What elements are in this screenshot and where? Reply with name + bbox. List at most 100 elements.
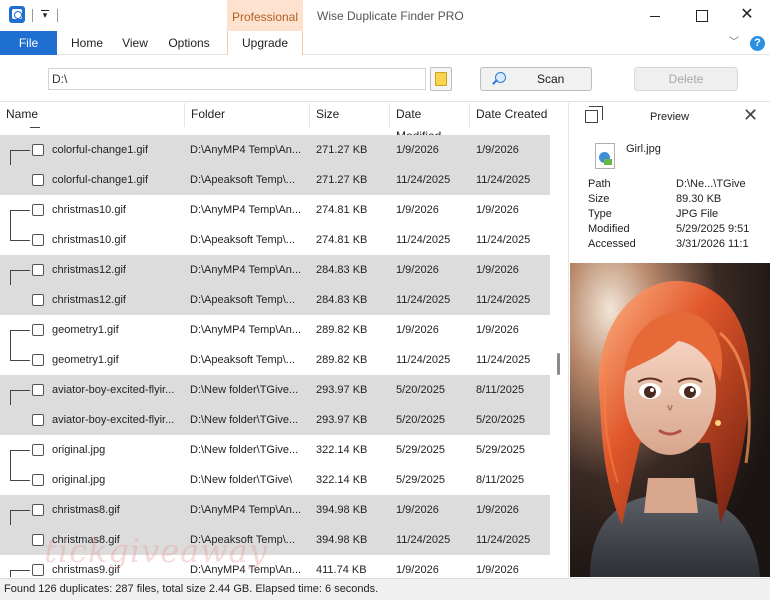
- title-separator: [32, 9, 33, 22]
- row-checkbox[interactable]: [32, 384, 44, 396]
- row-checkbox[interactable]: [32, 444, 44, 456]
- title-separator: [57, 9, 58, 22]
- column-header-date-modified[interactable]: Date Modified: [390, 103, 470, 143]
- professional-badge: Professional: [227, 0, 303, 31]
- date-modified-cell: 1/9/2026: [396, 204, 439, 216]
- date-modified-cell: 1/9/2026: [396, 564, 439, 576]
- window-title: Wise Duplicate Finder PRO: [317, 9, 464, 23]
- close-button[interactable]: ✕: [724, 0, 770, 31]
- app-icon[interactable]: [9, 6, 25, 23]
- date-created-cell: 11/24/2025: [476, 534, 531, 546]
- column-header-size[interactable]: Size: [310, 103, 390, 127]
- scan-button-label: Scan: [537, 72, 565, 86]
- row-checkbox[interactable]: [32, 234, 44, 246]
- column-header-name[interactable]: Name: [0, 103, 185, 127]
- tab-options[interactable]: Options: [164, 31, 214, 55]
- table-row[interactable]: christmas8.gif D:\Apeaksoft Temp\... 394.9…: [0, 525, 550, 555]
- size-cell: 293.97 KB: [316, 384, 368, 396]
- column-header-folder[interactable]: Folder: [185, 103, 310, 127]
- row-checkbox[interactable]: [32, 564, 44, 576]
- table-row[interactable]: colorful-change1.gif D:\AnyMP4 Temp\An...…: [0, 135, 550, 165]
- row-checkbox[interactable]: [32, 294, 44, 306]
- date-modified-cell: 1/9/2026: [396, 144, 439, 156]
- date-created-cell: 1/9/2026: [476, 264, 519, 276]
- meta-row-modified: Modified 5/29/2025 9:51: [588, 223, 770, 238]
- scan-button[interactable]: Scan: [480, 67, 592, 91]
- tab-home[interactable]: Home: [67, 31, 107, 55]
- table-row[interactable]: colorful-change1.gif D:\Apeaksoft Temp\..…: [0, 165, 550, 195]
- vertical-scrollbar[interactable]: [550, 127, 568, 577]
- row-checkbox[interactable]: [32, 204, 44, 216]
- date-created-cell: 11/24/2025: [476, 234, 531, 246]
- tree-line: [10, 270, 30, 271]
- date-created-cell: 8/11/2025: [476, 474, 525, 486]
- date-created-cell: 11/24/2025: [476, 354, 531, 366]
- maximize-button[interactable]: [678, 0, 724, 31]
- tree-line: [10, 390, 30, 391]
- row-checkbox[interactable]: [32, 504, 44, 516]
- table-row[interactable]: christmas12.gif D:\Apeaksoft Temp\... 284.…: [0, 285, 550, 315]
- tab-view[interactable]: View: [117, 31, 153, 55]
- preview-filename: Girl.jpg: [626, 143, 661, 155]
- girl-portrait-illustration: [570, 263, 770, 577]
- size-cell: 394.98 KB: [316, 504, 368, 516]
- date-created-cell: 1/9/2026: [476, 564, 519, 576]
- table-row[interactable]: geometry1.gif D:\AnyMP4 Temp\An... 289.82 …: [0, 315, 550, 345]
- date-modified-cell: 11/24/2025: [396, 174, 451, 186]
- date-modified-cell: 11/24/2025: [396, 534, 451, 546]
- row-checkbox[interactable]: [32, 474, 44, 486]
- size-cell: 322.14 KB: [316, 474, 368, 486]
- table-row[interactable]: christmas9.gif D:\AnyMP4 Temp\An... 411.74…: [0, 555, 550, 577]
- row-checkbox[interactable]: [32, 534, 44, 546]
- meta-row-accessed: Accessed 3/31/2026 11:1: [588, 238, 770, 253]
- browse-folder-button[interactable]: [430, 67, 452, 91]
- scrollbar-thumb[interactable]: [557, 353, 560, 375]
- meta-value: D:\Ne...\TGive: [676, 178, 746, 190]
- file-name-cell: christmas10.gif: [52, 234, 126, 246]
- size-cell: 271.27 KB: [316, 144, 368, 156]
- table-row[interactable]: christmas8.gif D:\AnyMP4 Temp\An... 394.98…: [0, 495, 550, 525]
- column-header-date-created[interactable]: Date Created: [470, 103, 550, 127]
- table-row[interactable]: geometry1.gif D:\Apeaksoft Temp\... 289.82…: [0, 345, 550, 375]
- quick-access-dropdown-icon[interactable]: ▾: [38, 8, 52, 22]
- date-modified-cell: 11/24/2025: [396, 294, 451, 306]
- tree-line: [10, 210, 30, 211]
- date-created-cell: 1/9/2026: [476, 324, 519, 336]
- tab-upgrade[interactable]: Upgrade: [227, 31, 303, 55]
- table-row[interactable]: christmas12.gif D:\AnyMP4 Temp\An... 284.8…: [0, 255, 550, 285]
- date-modified-cell: 5/20/2025: [396, 384, 445, 396]
- row-checkbox[interactable]: [32, 354, 44, 366]
- date-modified-cell: 5/20/2025: [396, 414, 445, 426]
- row-checkbox[interactable]: [32, 144, 44, 156]
- tab-file[interactable]: File: [0, 31, 57, 55]
- tree-line: [10, 510, 30, 511]
- table-row[interactable]: aviator-boy-excited-flyir... D:\New folde…: [0, 405, 550, 435]
- table-row[interactable]: aviator-boy-excited-flyir... D:\New folde…: [0, 375, 550, 405]
- file-name-cell: christmas8.gif: [52, 534, 120, 546]
- folder-icon: [435, 72, 447, 86]
- row-checkbox[interactable]: [32, 324, 44, 336]
- date-modified-cell: 5/29/2025: [396, 444, 445, 456]
- table-row[interactable]: christmas10.gif D:\Apeaksoft Temp\... 274.…: [0, 225, 550, 255]
- help-icon[interactable]: ?: [750, 36, 765, 51]
- status-bar: Found 126 duplicates: 287 files, total s…: [0, 578, 770, 600]
- tree-line: [30, 127, 40, 128]
- minimize-button[interactable]: [632, 0, 678, 31]
- ribbon-collapse-icon[interactable]: ﹀: [728, 37, 740, 49]
- preview-close-button[interactable]: ✕: [743, 105, 758, 126]
- row-checkbox[interactable]: [32, 264, 44, 276]
- table-row[interactable]: original.jpg D:\New folder\TGive... 322.14…: [0, 435, 550, 465]
- table-row[interactable]: christmas10.gif D:\AnyMP4 Temp\An... 274.8…: [0, 195, 550, 225]
- meta-value: JPG File: [676, 208, 719, 220]
- delete-button[interactable]: Delete: [634, 67, 738, 91]
- restore-pane-icon[interactable]: [585, 106, 603, 123]
- ribbon-tabs: File Home View Options Upgrade ﹀ ?: [0, 31, 770, 55]
- row-checkbox[interactable]: [32, 174, 44, 186]
- path-input[interactable]: [48, 68, 426, 90]
- size-cell: 289.82 KB: [316, 354, 368, 366]
- table-row[interactable]: original.jpg D:\New folder\TGive\ 322.14 K…: [0, 465, 550, 495]
- preview-pane: Preview ✕ Girl.jpg Path D:\Ne...\TGive Si…: [568, 103, 770, 577]
- meta-key: Size: [588, 193, 610, 205]
- folder-cell: D:\AnyMP4 Temp\An...: [190, 504, 302, 516]
- row-checkbox[interactable]: [32, 414, 44, 426]
